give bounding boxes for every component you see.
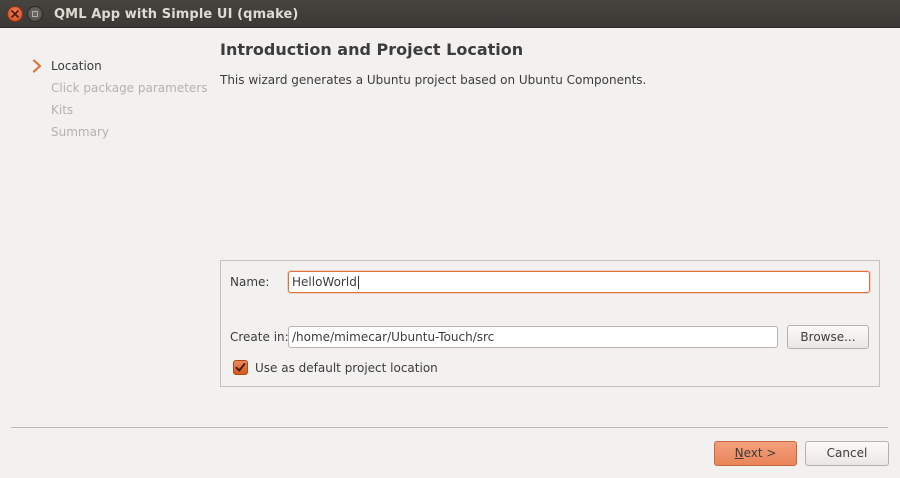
create-in-label: Create in: xyxy=(230,330,289,344)
default-location-checkbox[interactable] xyxy=(233,360,248,375)
checkmark-icon xyxy=(235,363,246,372)
window-titlebar[interactable]: QML App with Simple UI (qmake) xyxy=(0,0,900,28)
project-name-value: HelloWorld xyxy=(292,275,357,289)
page-title: Introduction and Project Location xyxy=(220,40,524,59)
project-location-group: Name: HelloWorld Create in: /home/mimeca… xyxy=(220,260,880,387)
maximize-icon xyxy=(32,11,38,17)
browse-button[interactable]: Browse... xyxy=(787,325,869,349)
text-cursor xyxy=(357,276,359,289)
step-label: Click package parameters xyxy=(51,81,208,95)
step-click-package-parameters: Click package parameters xyxy=(30,79,208,101)
footer-divider xyxy=(11,427,888,428)
step-label: Kits xyxy=(51,103,74,117)
wizard-steps: Location Click package parameters Kits S… xyxy=(30,57,208,145)
close-icon xyxy=(11,10,19,18)
current-step-arrow-icon xyxy=(32,59,42,73)
step-summary: Summary xyxy=(30,123,208,145)
create-in-path-input[interactable]: /home/mimecar/Ubuntu-Touch/src xyxy=(288,326,778,348)
step-label: Summary xyxy=(51,125,109,139)
maximize-window-button[interactable] xyxy=(27,6,43,22)
step-location: Location xyxy=(30,57,208,79)
name-label: Name: xyxy=(230,275,270,289)
next-mnemonic: N xyxy=(734,446,744,460)
project-name-input[interactable]: HelloWorld xyxy=(288,271,870,293)
close-window-button[interactable] xyxy=(7,6,23,22)
window-title: QML App with Simple UI (qmake) xyxy=(54,7,299,22)
step-kits: Kits xyxy=(30,101,208,123)
default-location-label[interactable]: Use as default project location xyxy=(255,361,438,375)
next-label: ext > xyxy=(743,446,777,460)
cancel-button[interactable]: Cancel xyxy=(805,441,889,466)
page-description: This wizard generates a Ubuntu project b… xyxy=(220,73,647,87)
step-label: Location xyxy=(51,59,102,73)
next-button[interactable]: Next > xyxy=(714,441,797,466)
